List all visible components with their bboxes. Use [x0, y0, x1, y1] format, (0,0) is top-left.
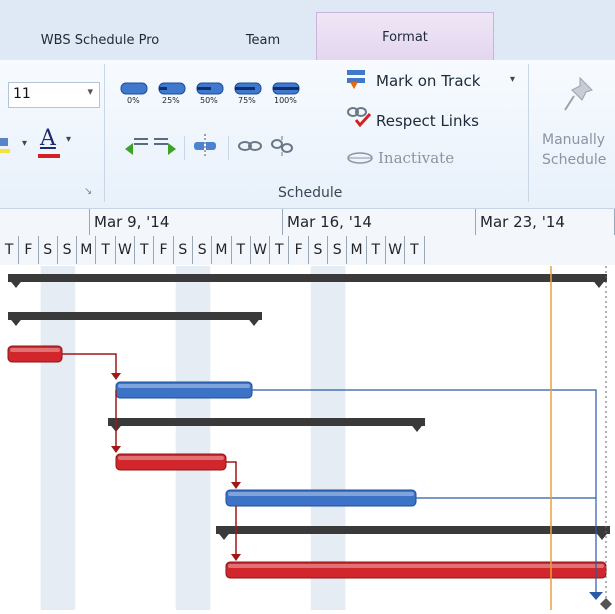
- timescale-day: M: [347, 236, 367, 264]
- timescale-day: S: [309, 236, 329, 264]
- link-arrow: [111, 446, 121, 453]
- timescale-week-prev: [0, 209, 90, 235]
- timescale-day: M: [212, 236, 232, 264]
- timescale-day: T: [97, 236, 116, 264]
- font-color-letter: A: [40, 126, 56, 151]
- dialog-launcher-icon[interactable]: ↘: [84, 186, 92, 197]
- percent-0-button[interactable]: 0%: [120, 80, 150, 105]
- milestone-marker: [600, 598, 612, 610]
- highlight-color-button[interactable]: [0, 136, 24, 156]
- outdent-icon[interactable]: [124, 136, 150, 160]
- timescale-day: T: [135, 236, 155, 264]
- summary-end-marker: [591, 278, 607, 288]
- summary-end-marker: [246, 316, 262, 326]
- weekend-shading: [310, 266, 346, 610]
- task-bar-highlight: [118, 384, 250, 388]
- chevron-down-icon: ▾: [22, 138, 28, 149]
- task-bar-highlight: [10, 348, 60, 352]
- tab-wbs-schedule-pro[interactable]: WBS Schedule Pro: [30, 20, 170, 60]
- ribbon-tab-bar: WBS Schedule Pro Team Format: [0, 0, 615, 61]
- split-task-icon[interactable]: [192, 134, 218, 162]
- timescale-day: S: [174, 236, 193, 264]
- inactivate-icon: [346, 150, 376, 169]
- manually-schedule-label-2[interactable]: Schedule: [542, 152, 606, 168]
- gantt-timescale: Mar 9, '14 Mar 16, '14 Mar 23, '14 TFSSM…: [0, 209, 615, 265]
- timescale-day: T: [270, 236, 290, 264]
- tab-format[interactable]: Format: [316, 12, 494, 61]
- task-bar-highlight: [118, 456, 224, 460]
- percent-50-button[interactable]: 50%: [196, 80, 226, 105]
- gantt-chart: [0, 266, 615, 610]
- timescale-day: S: [39, 236, 58, 264]
- timescale-day: S: [193, 236, 213, 264]
- summary-bar: [8, 312, 262, 320]
- chevron-down-icon: ▾: [87, 85, 93, 98]
- timescale-day: M: [77, 236, 97, 264]
- summary-bar: [8, 274, 607, 282]
- task-bar-highlight: [228, 492, 414, 496]
- dependency-link: [226, 461, 237, 482]
- timescale-day: S: [58, 236, 78, 264]
- timescale-day: T: [232, 236, 251, 264]
- respect-links-icon: [346, 104, 372, 132]
- timescale-day: F: [154, 236, 174, 264]
- unlink-tasks-icon[interactable]: [270, 134, 294, 162]
- timescale-day: T: [367, 236, 386, 264]
- timescale-day: F: [19, 236, 39, 264]
- inactivate-button[interactable]: Inactivate: [378, 149, 454, 167]
- timescale-week: Mar 23, '14: [476, 209, 615, 235]
- timescale-week: Mar 9, '14: [90, 209, 283, 235]
- timescale-week: Mar 16, '14: [283, 209, 476, 235]
- summary-end-marker: [409, 422, 425, 432]
- font-size-value: 11: [13, 86, 31, 102]
- respect-links-button[interactable]: Respect Links: [376, 112, 479, 130]
- timescale-day: W: [386, 236, 406, 264]
- task-bar-highlight: [228, 564, 604, 568]
- percent-25-button[interactable]: 25%: [158, 80, 188, 105]
- link-tasks-icon[interactable]: [238, 138, 262, 158]
- timescale-day: S: [328, 236, 348, 264]
- chevron-down-icon: ▾: [66, 134, 72, 145]
- mark-on-track-icon: [346, 68, 368, 94]
- ribbon-panel: 11 ▾ ▾ A ▾ ↘ 0% 25% 50% 75% 100% Mark on…: [0, 60, 615, 209]
- link-arrow: [231, 482, 241, 489]
- manually-schedule-label-1[interactable]: Manually: [542, 132, 605, 148]
- font-size-select[interactable]: 11 ▾: [8, 82, 100, 108]
- summary-bar: [108, 418, 425, 426]
- tab-team[interactable]: Team: [228, 20, 298, 60]
- timescale-day: W: [251, 236, 271, 264]
- timescale-day: T: [405, 236, 425, 264]
- percent-75-button[interactable]: 75%: [234, 80, 264, 105]
- indent-icon[interactable]: [152, 136, 178, 160]
- chevron-down-icon[interactable]: ▾: [510, 74, 515, 85]
- mark-on-track-button[interactable]: Mark on Track: [376, 72, 480, 90]
- summary-end-marker: [8, 316, 24, 326]
- summary-end-marker: [216, 530, 232, 540]
- link-arrow: [589, 592, 603, 600]
- link-arrow: [231, 554, 241, 561]
- timescale-day: T: [0, 236, 20, 264]
- gantt-svg: [7, 266, 612, 610]
- timescale-day: W: [116, 236, 136, 264]
- timescale-day: F: [290, 236, 309, 264]
- summary-end-marker: [8, 278, 24, 288]
- link-arrow: [111, 373, 121, 380]
- percent-100-button[interactable]: 100%: [272, 80, 302, 105]
- font-color-button[interactable]: A ▾: [38, 126, 78, 158]
- pushpin-icon: [562, 76, 596, 120]
- schedule-group-label: Schedule: [278, 185, 343, 201]
